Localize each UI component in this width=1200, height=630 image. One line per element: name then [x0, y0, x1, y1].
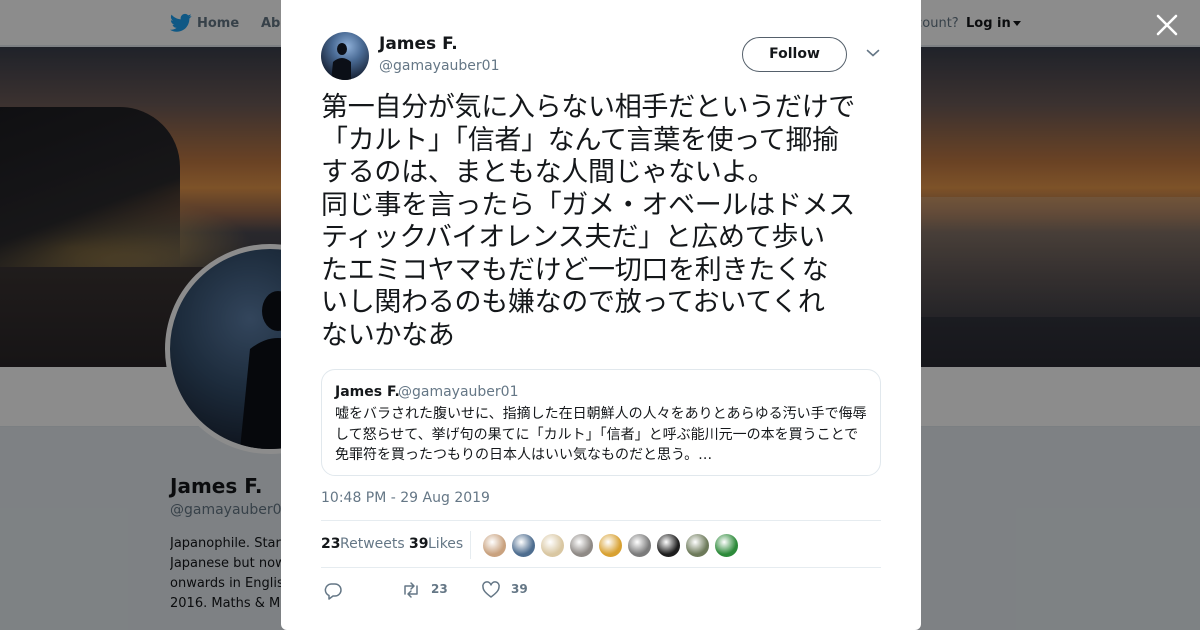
liker-avatar[interactable]	[511, 533, 536, 558]
chevron-down-icon[interactable]	[866, 48, 880, 58]
tweet-actions: 23 39	[321, 578, 881, 602]
follow-button[interactable]: Follow	[742, 37, 847, 72]
retweet-action-count: 23	[431, 582, 448, 596]
likes-count[interactable]: 39	[409, 536, 428, 552]
liker-avatar[interactable]	[482, 533, 507, 558]
quoted-author-handle: @gamayauber01	[398, 384, 519, 400]
liker-avatar[interactable]	[540, 533, 565, 558]
likes-label[interactable]: Likes	[428, 536, 463, 552]
heart-icon[interactable]	[481, 580, 501, 600]
avatar-silhouette	[331, 43, 351, 80]
tweet-text: 第一自分が気に入らない相手だというだけで 「カルト」「信者」なんて言葉を使って揶…	[321, 92, 855, 351]
tweet-author-name[interactable]: James F.	[379, 34, 458, 54]
retweet-icon[interactable]	[401, 580, 421, 600]
liker-avatar[interactable]	[685, 533, 710, 558]
tweet-stats: 23 Retweets 39 Likes	[321, 520, 881, 568]
liker-avatar[interactable]	[627, 533, 652, 558]
tweet-author-handle[interactable]: @gamayauber01	[379, 58, 500, 74]
like-action-count: 39	[511, 582, 528, 596]
quoted-author-name: James F.	[335, 384, 400, 400]
stats-divider	[470, 531, 471, 559]
quoted-text: 嘘をバラされた腹いせに、指摘した在日朝鮮人の人々をありとあらゆる汚い手で侮辱 し…	[335, 406, 867, 463]
tweet-author-avatar[interactable]	[321, 32, 369, 80]
close-icon[interactable]	[1155, 13, 1179, 37]
tweet-timestamp[interactable]: 10:48 PM - 29 Aug 2019	[321, 490, 490, 506]
liker-avatar[interactable]	[598, 533, 623, 558]
quoted-tweet[interactable]: James F. @gamayauber01 嘘をバラされた腹いせに、指摘した在…	[321, 369, 881, 476]
reply-icon[interactable]	[323, 580, 343, 600]
retweets-count[interactable]: 23	[321, 536, 340, 552]
liker-avatar[interactable]	[714, 533, 739, 558]
liker-avatar[interactable]	[656, 533, 681, 558]
liker-avatar[interactable]	[569, 533, 594, 558]
retweets-label[interactable]: Retweets	[340, 536, 405, 552]
tweet-modal: James F. @gamayauber01 Follow 第一自分が気に入らな…	[281, 0, 921, 630]
